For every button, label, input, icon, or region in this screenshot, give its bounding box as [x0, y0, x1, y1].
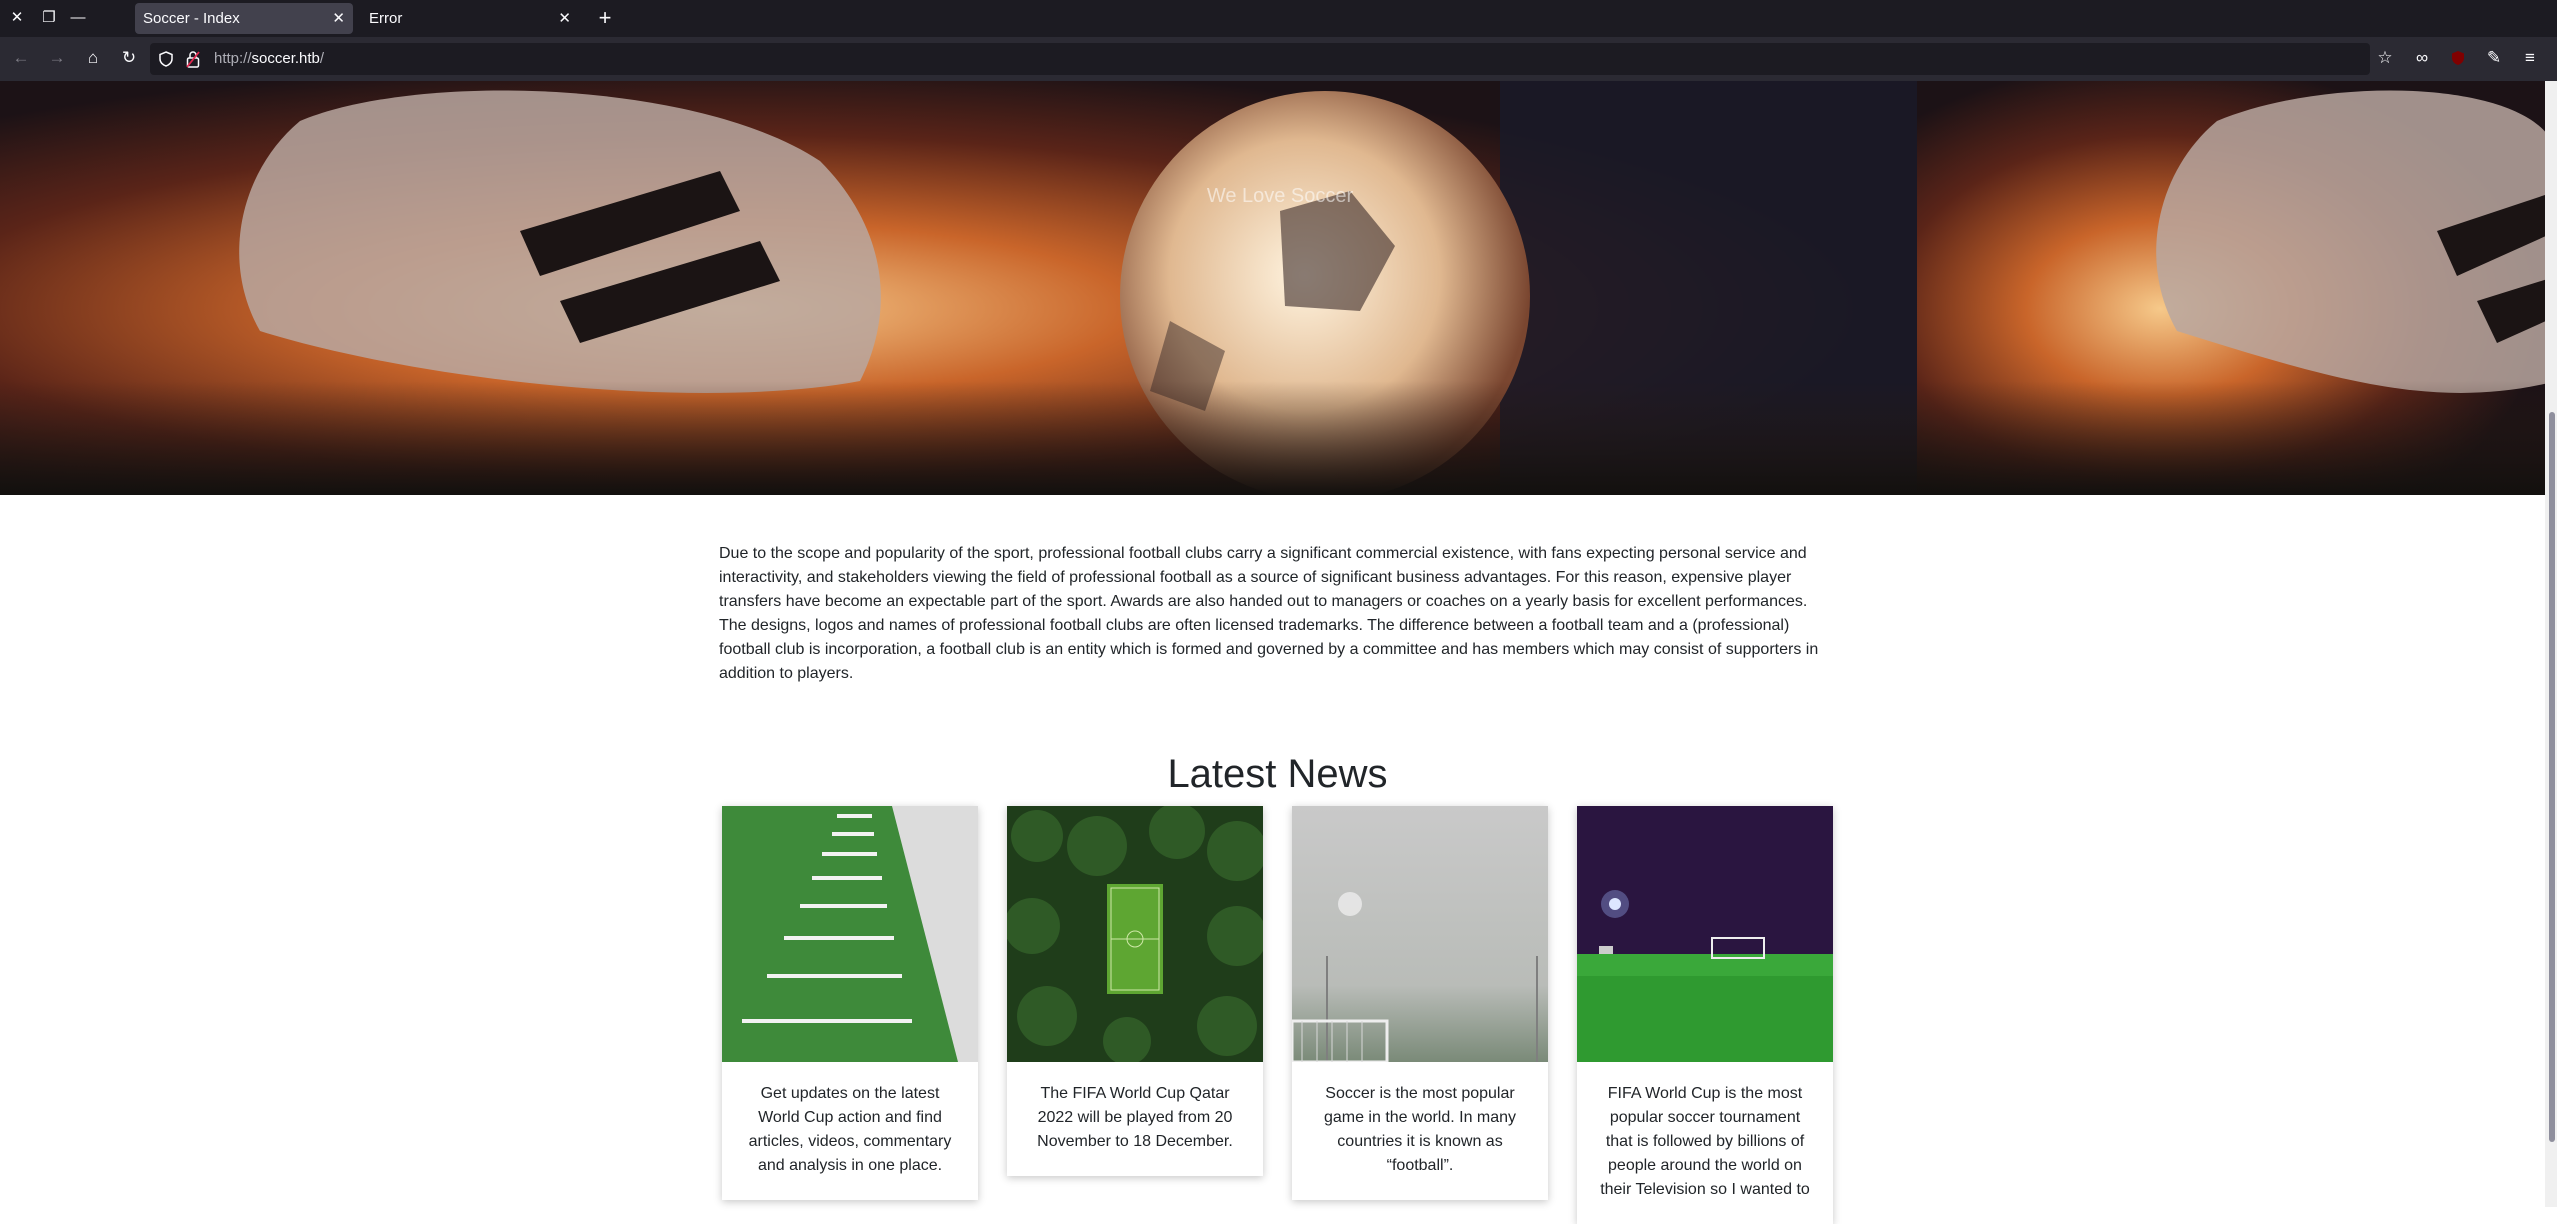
extension-mask-icon[interactable]: ∞ — [2411, 47, 2433, 69]
hamburger-menu-icon[interactable]: ≡ — [2519, 47, 2541, 69]
url-text[interactable]: http://soccer.htb/ — [214, 44, 324, 74]
turf-lines-image — [722, 806, 978, 1062]
hero-title: We Love Soccer — [1206, 185, 1354, 207]
bookmark-star-icon[interactable]: ☆ — [2374, 47, 2396, 69]
news-card[interactable]: Get updates on the latest World Cup acti… — [722, 806, 978, 1200]
reload-icon[interactable]: ↻ — [118, 47, 140, 69]
news-card-text: Soccer is the most popular game in the w… — [1323, 1085, 1517, 1174]
hero-banner: We Love Soccer — [0, 81, 2557, 495]
news-card-text: The FIFA World Cup Qatar 2022 will be pl… — [1037, 1085, 1233, 1150]
tab-error[interactable]: Error ✕ — [361, 3, 579, 34]
ublock-icon[interactable] — [2447, 47, 2469, 69]
browser-nav-bar: ← → ⌂ ↻ ☆ ∞ ✎ ≡ — [0, 37, 2557, 81]
close-window-icon[interactable]: ✕ — [8, 9, 26, 27]
forest-pitch-image — [1007, 806, 1263, 1062]
news-card-text: FIFA World Cup is the most popular socce… — [1600, 1085, 1810, 1198]
hero-image-repeat — [1917, 81, 2557, 495]
url-host: soccer.htb — [251, 50, 320, 67]
intro-paragraph: Due to the scope and popularity of the s… — [719, 545, 1819, 682]
restore-window-icon[interactable]: ❐ — [40, 9, 58, 27]
latest-news-heading: Latest News — [1167, 752, 1388, 796]
news-card[interactable]: The FIFA World Cup Qatar 2022 will be pl… — [1007, 806, 1263, 1176]
news-card[interactable]: Soccer is the most popular game in the w… — [1292, 806, 1548, 1200]
tab-close-icon[interactable]: ✕ — [332, 3, 345, 34]
tab-soccer-index[interactable]: Soccer - Index ✕ — [135, 3, 353, 34]
browser-tab-bar: ✕ ❐ — Soccer - Index ✕ Error ✕ + — [0, 0, 2557, 37]
page-scrollbar-thumb[interactable] — [2549, 412, 2555, 1142]
url-path: / — [319, 50, 325, 67]
news-card-text: Get updates on the latest World Cup acti… — [748, 1085, 952, 1174]
hero-image — [0, 81, 1917, 495]
tab-close-icon[interactable]: ✕ — [558, 3, 571, 34]
tab-title: Soccer - Index — [143, 10, 240, 27]
forward-arrow-icon[interactable]: → — [46, 47, 68, 69]
new-tab-plus-icon[interactable]: + — [592, 5, 618, 31]
url-protocol: http:// — [214, 50, 252, 67]
minimize-window-icon[interactable]: — — [69, 9, 87, 27]
tab-title: Error — [369, 10, 403, 27]
url-bar[interactable] — [150, 43, 2370, 75]
back-arrow-icon[interactable]: ← — [10, 47, 32, 69]
home-icon[interactable]: ⌂ — [82, 47, 104, 69]
news-card[interactable]: FIFA World Cup is the most popular socce… — [1577, 806, 1833, 1224]
shield-icon[interactable] — [158, 51, 174, 67]
night-stadium-image — [1577, 806, 1833, 1062]
insecure-lock-icon[interactable] — [186, 50, 200, 68]
wrench-icon[interactable]: ✎ — [2483, 47, 2505, 69]
foggy-field-image — [1292, 806, 1548, 1062]
